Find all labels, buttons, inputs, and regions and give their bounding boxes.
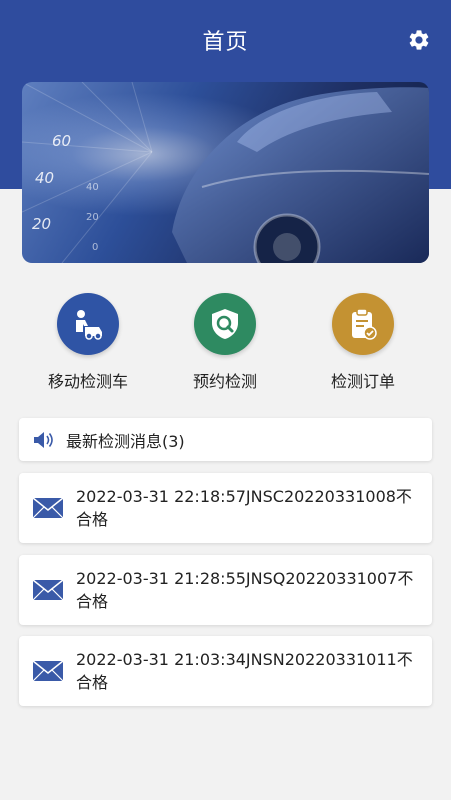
speed-number: 40 [35,169,54,187]
banner-image[interactable]: 60 40 20 40 20 0 [22,82,429,263]
car-speedometer-illustration: 60 40 20 40 20 0 [22,82,429,263]
news-item-text: 2022-03-31 22:18:57JNSC20220331008不合格 [76,487,412,529]
quick-action-appointment[interactable]: 预约检测 [155,293,295,392]
appointment-search-icon [194,293,256,355]
news-item[interactable]: 2022-03-31 21:28:55JNSQ20220331007不合格 [19,555,432,625]
news-item[interactable]: 2022-03-31 22:18:57JNSC20220331008不合格 [19,473,432,543]
envelope-icon [32,497,64,519]
settings-button[interactable] [405,26,433,54]
svg-text:20: 20 [86,212,99,223]
svg-text:40: 40 [86,182,99,193]
quick-action-label: 移动检测车 [47,372,128,391]
order-clipboard-icon [332,293,394,355]
speed-number: 60 [52,132,71,150]
news-item[interactable]: 2022-03-31 21:03:34JNSN20220331011不合格 [19,636,432,706]
svg-text:0: 0 [92,242,98,253]
quick-action-orders[interactable]: 检测订单 [293,293,433,392]
news-header[interactable]: 最新检测消息(3) [19,418,432,461]
envelope-icon [32,660,64,682]
news-title: 最新检测消息(3) [66,431,185,451]
page-title: 首页 [202,30,249,55]
quick-action-label: 检测订单 [330,372,395,391]
speed-number: 20 [32,215,51,233]
news-item-text: 2022-03-31 21:28:55JNSQ20220331007不合格 [76,569,414,611]
gear-icon [409,30,429,50]
quick-action-label: 预约检测 [192,372,257,391]
speaker-icon [34,431,53,448]
news-item-text: 2022-03-31 21:03:34JNSN20220331011不合格 [76,650,413,692]
envelope-icon [32,579,64,601]
mobile-inspection-icon [57,293,119,355]
quick-action-mobile-inspection[interactable]: 移动检测车 [18,293,158,392]
